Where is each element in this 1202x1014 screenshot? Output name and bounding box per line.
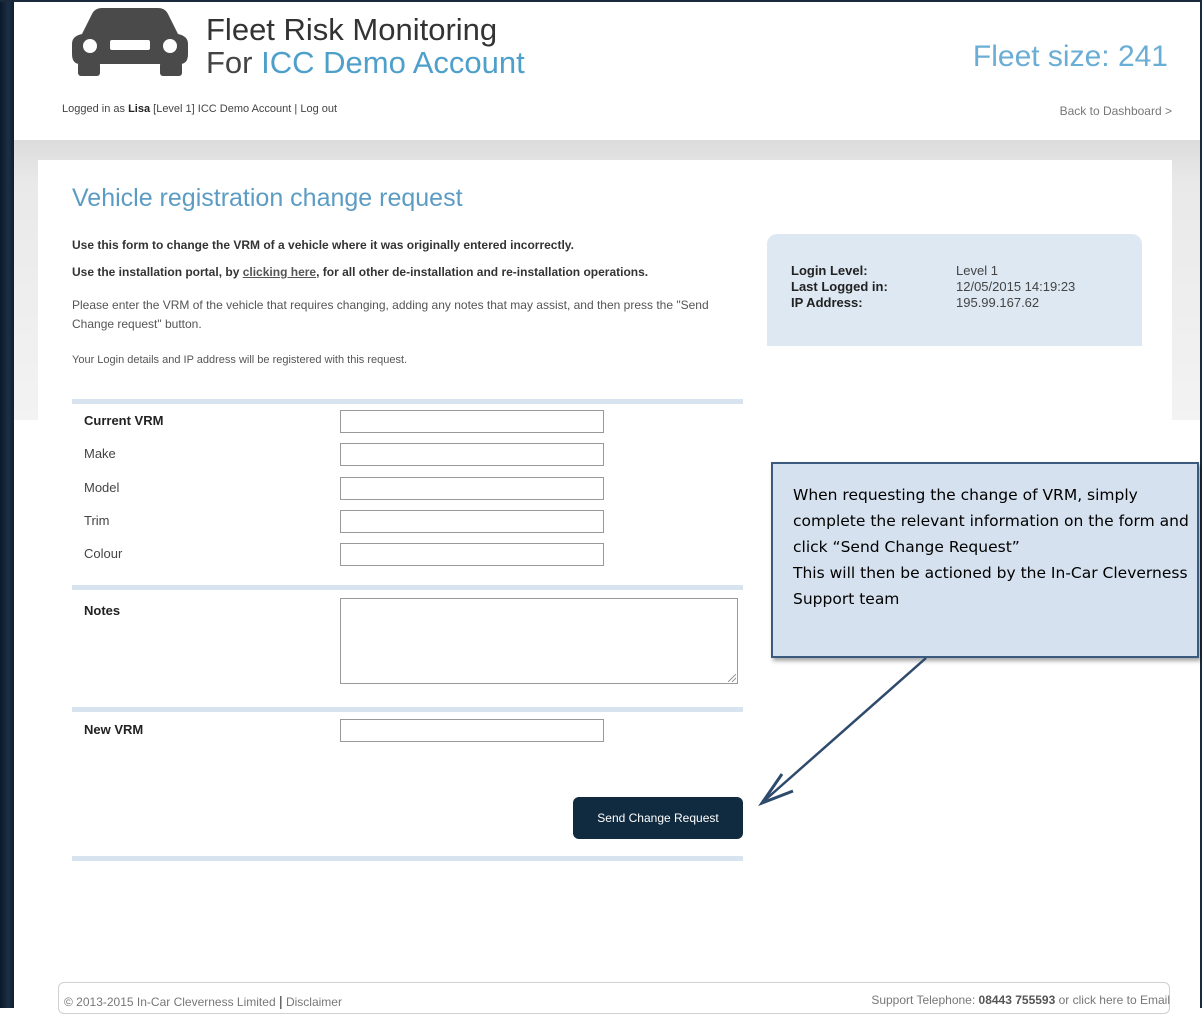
form-separator [72,585,743,590]
intro-text-3: Please enter the VRM of the vehicle that… [72,298,709,331]
login-info-box: Login Level: Level 1 Last Logged in: 12/… [767,234,1142,346]
header-separator: | [294,103,298,115]
send-change-request-button[interactable]: Send Change Request [573,797,743,839]
intro-text-4: Your Login details and IP address will b… [72,354,408,366]
new-vrm-input[interactable] [340,719,604,742]
intro-text-2-suffix: , for all other de-installation and re-i… [316,265,649,279]
disclaimer-link[interactable]: Disclaimer [286,995,342,1009]
trim-input[interactable] [340,510,604,533]
new-vrm-label: New VRM [84,722,144,737]
page-title: Vehicle registration change request [72,184,463,212]
trim-label: Trim [84,513,110,528]
logged-prefix: Logged in as [62,103,125,115]
colour-input[interactable] [340,543,604,566]
footer-right: Support Telephone: 08443 755593 or click… [871,993,1170,1007]
window-top-edge [0,0,1202,2]
login-level-value: Level 1 [956,263,998,278]
subtitle-prefix: For [206,45,253,80]
clicking-here-link[interactable]: clicking here [243,265,316,279]
email-link[interactable]: or click here to Email [1059,993,1170,1007]
copyright-text: © 2013-2015 In-Car Cleverness Limited [64,995,276,1009]
logout-link[interactable]: Log out [300,103,337,115]
resize-grip-icon[interactable] [728,674,736,682]
user-name: Lisa [128,103,151,115]
app-subtitle: For ICC Demo Account [206,46,525,80]
car-logo-icon [70,4,190,82]
account-label: ICC Demo Account [197,103,292,115]
form-separator [72,856,743,861]
current-vrm-label: Current VRM [84,413,164,428]
current-vrm-input[interactable] [340,410,604,433]
intro-text-1: Use this form to change the VRM of a veh… [72,238,574,252]
callout-text: When requesting the change of VRM, simpl… [793,486,1189,608]
user-level: [Level 1] [153,103,195,115]
notes-label: Notes [84,603,121,618]
model-label: Model [84,480,120,495]
login-level-label: Login Level: [791,263,868,278]
logged-in-status: Logged in as Lisa [Level 1] ICC Demo Acc… [62,103,337,115]
fleet-size: Fleet size: 241 [972,40,1168,73]
make-label: Make [84,446,116,461]
support-phone: 08443 755593 [978,993,1056,1007]
ip-address-label: IP Address: [791,295,863,310]
notes-textarea[interactable] [340,598,738,684]
model-input[interactable] [340,477,604,500]
form-separator [72,707,743,712]
support-label: Support Telephone: [871,993,976,1007]
account-name: ICC Demo Account [261,45,525,80]
app-title: Fleet Risk Monitoring [206,12,498,47]
last-logged-label: Last Logged in: [791,279,888,294]
footer-left: © 2013-2015 In-Car Cleverness Limited | … [64,993,342,1009]
intro-text-2: Use the installation portal, by clicking… [72,265,648,279]
last-logged-value: 12/05/2015 14:19:23 [956,279,1076,294]
ip-address-value: 195.99.167.62 [956,295,1040,310]
intro-text-2-prefix: Use the installation portal, by [72,265,240,279]
footer-divider: | [278,993,283,1009]
make-input[interactable] [340,443,604,466]
back-to-dashboard-link[interactable]: Back to Dashboard > [1060,104,1172,118]
window-left-edge [0,0,14,1008]
help-callout: When requesting the change of VRM, simpl… [771,462,1199,658]
colour-label: Colour [84,546,123,561]
form-separator [72,399,743,404]
